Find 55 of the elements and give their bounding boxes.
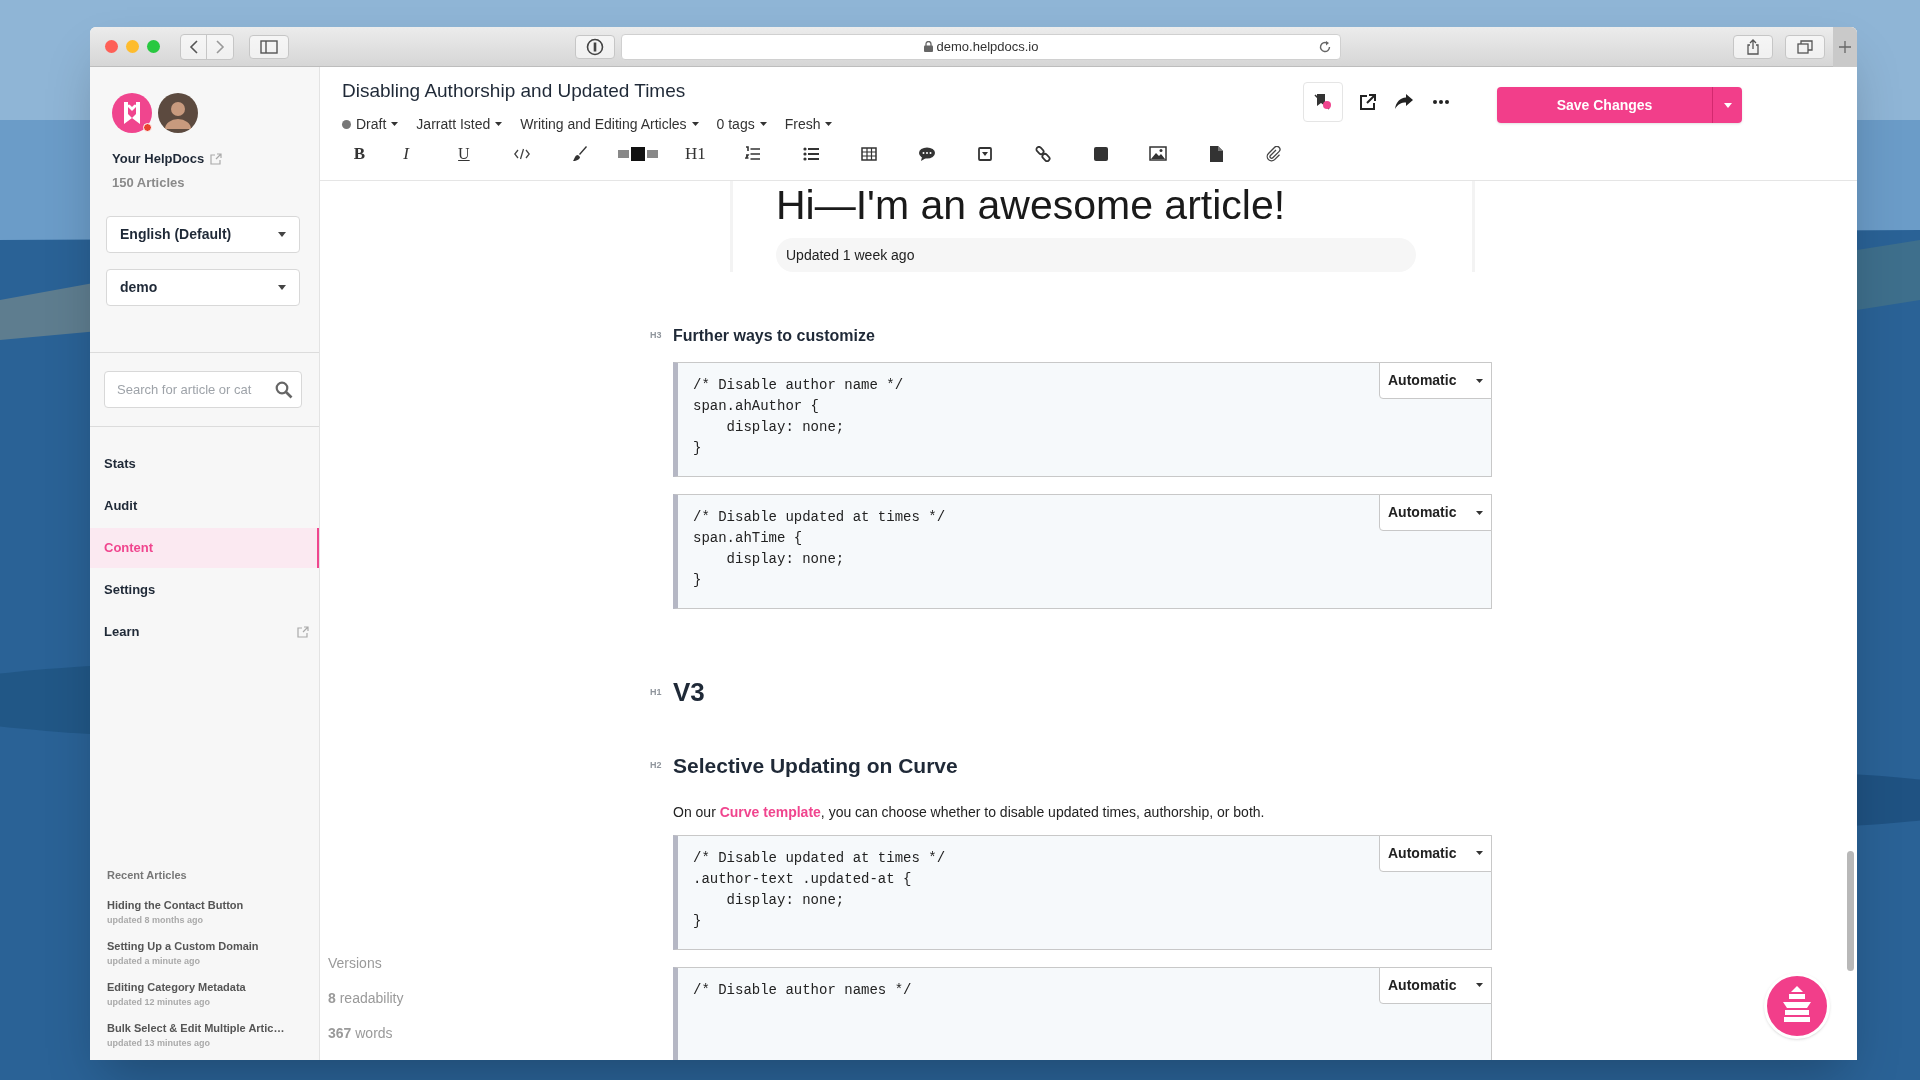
- paragraph: On our Curve template, you can choose whether to disable updated times, authorship, or both.: [673, 802, 1266, 822]
- heading-3: Further ways to customize: [673, 326, 875, 346]
- language-dropdown[interactable]: Automatic: [1379, 362, 1492, 399]
- article-count: 150 Articles: [112, 173, 186, 192]
- code-block[interactable]: /* Disable updated at times */ span.ahTime { display: none; } Automatic: [673, 494, 1492, 609]
- url-text: demo.helpdocs.io: [936, 37, 1039, 56]
- underline-button[interactable]: U: [458, 145, 470, 162]
- code-block[interactable]: /* Disable author name */ span.ahAuthor { display: none; } Automatic: [673, 362, 1492, 477]
- heading-level-label: H3: [650, 329, 663, 343]
- article-heading: Hi—I'm an awesome article!: [776, 182, 1287, 228]
- recent-article-link[interactable]: Editing Category Metadata: [107, 979, 319, 996]
- heading-level-label: H1: [650, 685, 663, 699]
- code-block[interactable]: /* Disable author names */ Automatic: [673, 966, 1492, 1060]
- meta-dropdown[interactable]: Fresh: [784, 113, 833, 135]
- readability-score: 8 readability: [328, 989, 405, 1008]
- nav-item[interactable]: Learn: [90, 622, 140, 642]
- section-heading: Recent Articles: [107, 867, 188, 883]
- code-text: /* Disable updated at times */ span.ahTime { display: none; }: [693, 508, 946, 590]
- recent-article-link[interactable]: Setting Up a Custom Domain: [107, 938, 319, 955]
- search-field[interactable]: Search for article or cat: [104, 371, 302, 408]
- bold-button[interactable]: B: [353, 145, 366, 162]
- meta-dropdown[interactable]: Writing and Editing Articles: [520, 113, 699, 135]
- nav-item[interactable]: Settings: [90, 580, 156, 600]
- heading-level-label: H2: [650, 759, 663, 772]
- nav-item[interactable]: Audit: [90, 496, 138, 516]
- language-dropdown[interactable]: Automatic: [1379, 834, 1492, 872]
- meta-dropdown[interactable]: 0 tags: [716, 113, 767, 135]
- language-dropdown[interactable]: English (Default): [106, 216, 300, 253]
- code-text: /* Disable author names */: [693, 980, 912, 1000]
- updated-time: updated 8 months ago: [107, 913, 204, 927]
- code-text: /* Disable author name */ span.ahAuthor { display: none; }: [693, 376, 904, 458]
- updated-time: updated 12 minutes ago: [107, 995, 212, 1009]
- code-text: /* Disable updated at times */ .author-text .updated-at { display: none; }: [693, 848, 946, 931]
- meta-dropdown[interactable]: Jarratt Isted: [416, 113, 503, 135]
- code-block[interactable]: /* Disable updated at times */ .author-text .updated-at { display: none; } Automatic: [673, 834, 1492, 950]
- word-count: 367 words: [328, 1024, 394, 1043]
- updated-time: updated a minute ago: [107, 954, 201, 968]
- heading-button[interactable]: H1: [685, 145, 706, 162]
- address-bar[interactable]: demo.helpdocs.io: [621, 33, 1341, 60]
- italic-button[interactable]: I: [403, 145, 409, 162]
- recent-article-link[interactable]: Bulk Select & Edit Multiple Artic…: [107, 1020, 319, 1037]
- template-link[interactable]: Curve template: [719, 803, 821, 820]
- heading-1: V3: [673, 676, 705, 709]
- article-title[interactable]: Disabling Authorship and Updated Times: [342, 77, 1303, 106]
- updated-pill: Updated 1 week ago: [776, 238, 1416, 272]
- recent-article-link[interactable]: Hiding the Contact Button: [107, 897, 319, 914]
- nav-item[interactable]: Stats: [90, 454, 136, 474]
- account-name[interactable]: Your HelpDocs: [112, 149, 205, 169]
- updated-time: updated 13 minutes ago: [107, 1036, 212, 1050]
- save-button[interactable]: Save Changes: [1497, 87, 1712, 123]
- meta-dropdown[interactable]: Draft: [342, 113, 399, 135]
- heading-2: Selective Updating on Curve: [673, 753, 958, 779]
- language-dropdown[interactable]: Automatic: [1379, 966, 1492, 1004]
- language-dropdown[interactable]: Automatic: [1379, 494, 1492, 531]
- workspace-dropdown[interactable]: demo: [106, 269, 300, 306]
